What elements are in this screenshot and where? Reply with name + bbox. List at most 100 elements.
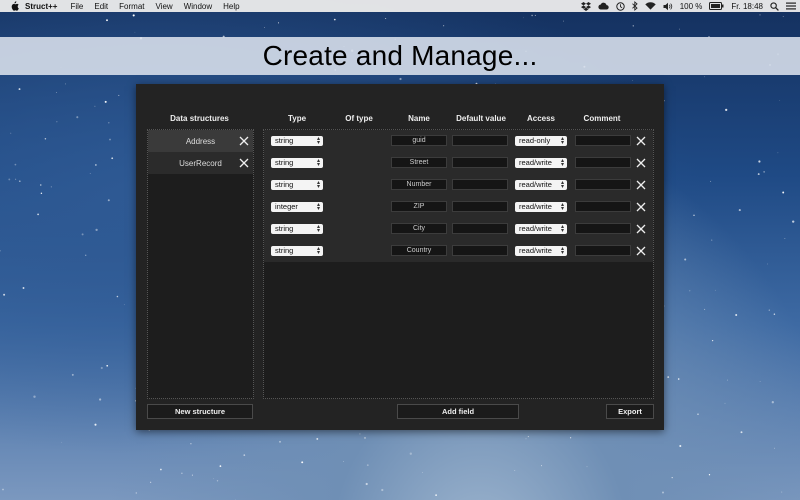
star (18, 180, 21, 183)
star (792, 220, 795, 223)
default-value-field[interactable] (452, 245, 508, 256)
star (33, 395, 36, 398)
star (667, 376, 670, 379)
star (726, 379, 728, 381)
apple-menu-icon[interactable] (9, 1, 19, 11)
name-field[interactable]: Country (391, 245, 447, 256)
access-value: read-only (519, 136, 551, 145)
delete-field-icon[interactable] (635, 179, 647, 191)
star (22, 287, 25, 289)
access-select[interactable]: read-only ▴ ▾ (515, 136, 567, 146)
star (15, 178, 17, 180)
header-access: Access (526, 114, 556, 123)
time-machine-icon[interactable] (616, 1, 625, 11)
name-field[interactable]: Number (391, 179, 447, 190)
type-select[interactable]: integer ▴ ▾ (271, 202, 323, 212)
delete-field-icon[interactable] (635, 135, 647, 147)
star (514, 470, 516, 471)
delete-field-icon[interactable] (635, 157, 647, 169)
structure-item-address[interactable]: Address (148, 130, 253, 152)
add-field-button[interactable]: Add field (397, 404, 519, 419)
star (160, 468, 162, 471)
dropbox-icon[interactable] (580, 1, 591, 11)
type-value: string (275, 180, 294, 189)
menu-file[interactable]: File (70, 2, 83, 11)
search-icon[interactable] (770, 1, 779, 11)
star (704, 76, 706, 78)
structures-list[interactable]: Address UserRecord (147, 129, 254, 399)
delete-field-icon[interactable] (635, 201, 647, 213)
close-icon[interactable] (238, 157, 250, 169)
star (264, 27, 265, 28)
header-of-type: Of type (345, 114, 373, 123)
delete-field-icon[interactable] (635, 223, 647, 235)
menu-format[interactable]: Format (119, 2, 144, 11)
export-button[interactable]: Export (606, 404, 654, 419)
fields-table: string ▴ ▾ guid read-only ▴ ▾ string ▴ ▾ Stree… (263, 129, 654, 399)
comment-field[interactable] (575, 157, 631, 168)
comment-field[interactable] (575, 245, 631, 256)
star (104, 100, 107, 103)
close-icon[interactable] (238, 135, 250, 147)
type-select[interactable]: string ▴ ▾ (271, 246, 323, 256)
star (301, 461, 304, 464)
comment-field[interactable] (575, 223, 631, 234)
name-field[interactable]: guid (391, 135, 447, 146)
star (664, 305, 666, 307)
type-value: integer (275, 202, 298, 211)
battery-percentage: 100 % (679, 1, 703, 11)
volume-icon[interactable] (663, 2, 673, 11)
default-value-field[interactable] (452, 179, 508, 190)
comment-field[interactable] (575, 135, 631, 146)
star (135, 492, 137, 494)
app-name-menu[interactable]: Struct++ (25, 2, 57, 11)
menu-help[interactable]: Help (223, 2, 239, 11)
menu-edit[interactable]: Edit (94, 2, 108, 11)
menu-view[interactable]: View (156, 2, 173, 11)
type-select[interactable]: string ▴ ▾ (271, 224, 323, 234)
star (3, 293, 6, 296)
menu-window[interactable]: Window (184, 2, 212, 11)
access-select[interactable]: read/write ▴ ▾ (515, 202, 567, 212)
star (64, 83, 66, 85)
default-value-field[interactable] (452, 201, 508, 212)
type-value: string (275, 224, 294, 233)
default-value-field[interactable] (452, 135, 508, 146)
bluetooth-icon[interactable] (631, 1, 638, 11)
chevron-up-down-icon: ▴ ▾ (316, 246, 320, 256)
default-value-field[interactable] (452, 157, 508, 168)
access-select[interactable]: read/write ▴ ▾ (515, 224, 567, 234)
star (409, 452, 412, 455)
clock[interactable]: Fr. 18:48 (731, 2, 763, 11)
wifi-icon[interactable] (645, 2, 656, 10)
delete-field-icon[interactable] (635, 245, 647, 257)
type-select[interactable]: string ▴ ▾ (271, 180, 323, 190)
notification-center-icon[interactable] (786, 2, 796, 10)
chevron-up-down-icon: ▴ ▾ (560, 158, 564, 168)
default-value-field[interactable] (452, 223, 508, 234)
name-field[interactable]: ZIP (391, 201, 447, 212)
star (216, 480, 219, 482)
name-field[interactable]: City (391, 223, 447, 234)
star (757, 173, 760, 176)
type-select[interactable]: string ▴ ▾ (271, 136, 323, 146)
star (56, 92, 57, 93)
header-name: Name (408, 114, 430, 123)
star (714, 289, 716, 291)
menu-bar: Struct++ File Edit Format View Window He… (0, 0, 800, 12)
access-select[interactable]: read/write ▴ ▾ (515, 158, 567, 168)
star (443, 25, 445, 27)
access-select[interactable]: read/write ▴ ▾ (515, 180, 567, 190)
structure-item-userrecord[interactable]: UserRecord (148, 152, 253, 174)
star (10, 132, 12, 134)
access-value: read/write (519, 246, 552, 255)
access-value: read/write (519, 158, 552, 167)
type-select[interactable]: string ▴ ▾ (271, 158, 323, 168)
new-structure-button[interactable]: New structure (147, 404, 253, 419)
cloud-icon[interactable] (598, 2, 609, 10)
name-field[interactable]: Street (391, 157, 447, 168)
comment-field[interactable] (575, 179, 631, 190)
access-select[interactable]: read/write ▴ ▾ (515, 246, 567, 256)
comment-field[interactable] (575, 201, 631, 212)
battery-icon[interactable] (709, 2, 724, 10)
